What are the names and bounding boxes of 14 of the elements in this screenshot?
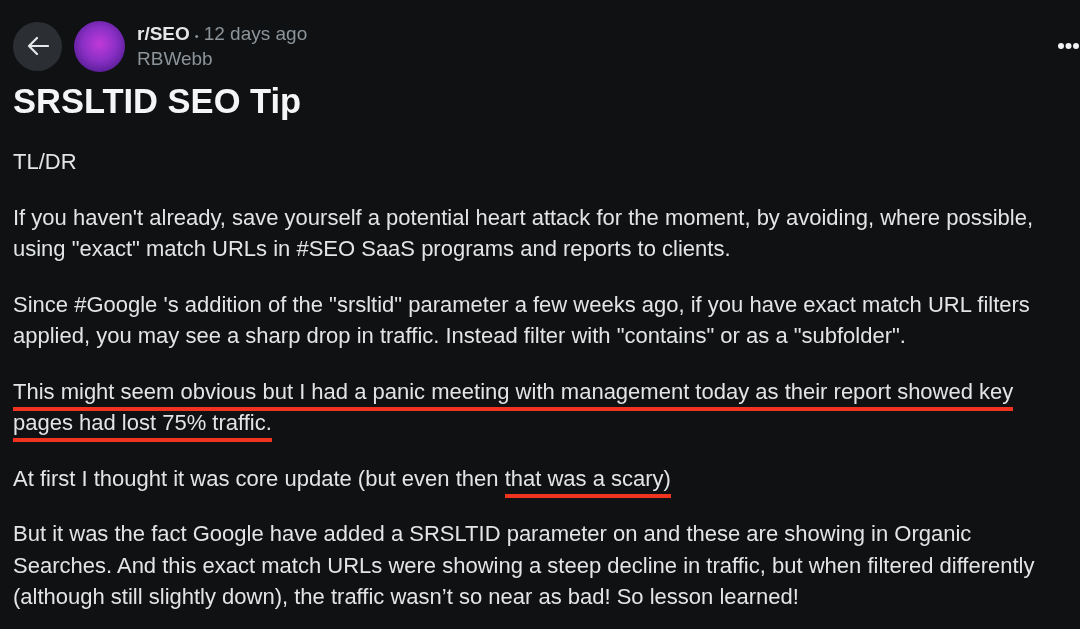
author-name[interactable]: RBWebb bbox=[137, 48, 308, 70]
post-paragraph: But it was the fact Google have added a SRSLTID parameter on and these are showing in Organic Searches. And this exact match URLs were showing a steep decline in traffic, but when filtered differently (although still slightly down), the traffic wasn’t so near as bad! So lesson learned! bbox=[13, 520, 1036, 611]
post-paragraph: TL/DR bbox=[13, 148, 78, 176]
post-time: 12 days ago bbox=[203, 22, 308, 46]
separator-dot: • bbox=[194, 29, 199, 44]
community-avatar[interactable] bbox=[74, 20, 125, 72]
community-name[interactable]: r/SEO bbox=[137, 22, 190, 46]
back-button[interactable] bbox=[13, 21, 62, 71]
back-arrow-icon bbox=[26, 36, 49, 56]
post-paragraph: Since #Google 's addition of the "srsltid" parameter a few weeks ago, if you have exact match URL filters applied, you may see a sharp drop in traffic. Instead filter with "contains" or as a "subfolder". bbox=[13, 290, 1031, 350]
post-paragraph: This might seem obvious but I had a panic meeting with management today as their report showed key pages had lost 75% traffic. bbox=[13, 375, 1072, 439]
post-paragraph: If you haven't already, save yourself a potential heart attack for the moment, by avoiding, where possible, using "exact" match URLs in #SEO SaaS programs and reports to clients. bbox=[13, 203, 1035, 263]
more-options-icon[interactable] bbox=[1058, 43, 1079, 49]
post-title: SRSLTID SEO Tip bbox=[13, 81, 303, 122]
